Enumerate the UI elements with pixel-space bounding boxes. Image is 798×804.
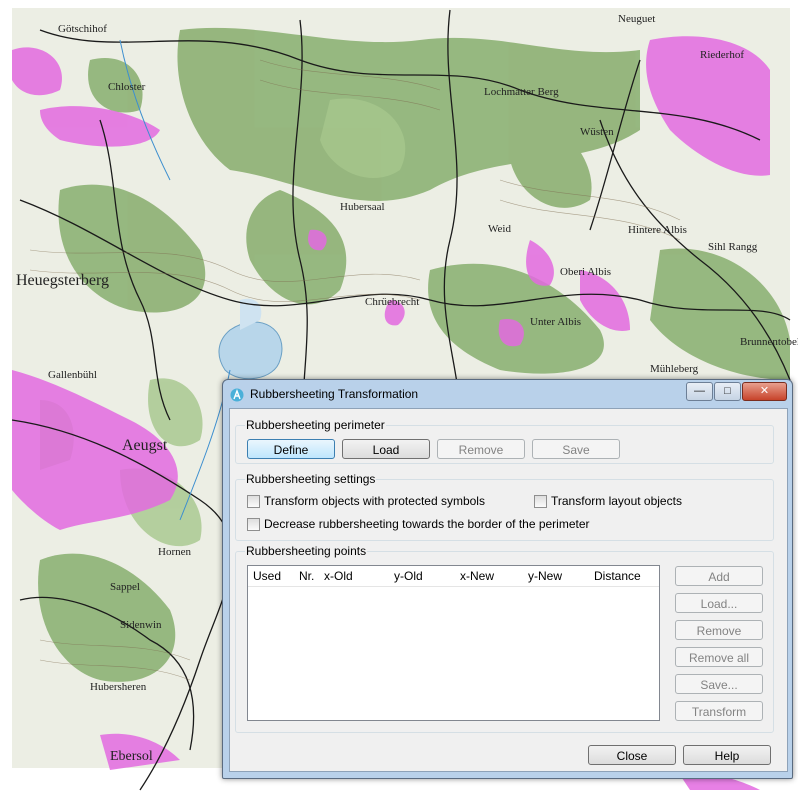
map-label: Weid — [488, 223, 511, 235]
transform-button[interactable]: Transform — [675, 701, 763, 721]
points-list-header: Used Nr. x-Old y-Old x-New y-New Distanc… — [248, 566, 659, 587]
column-header-y-old[interactable]: y-Old — [394, 569, 423, 583]
remove-perimeter-button[interactable]: Remove — [437, 439, 525, 459]
define-button[interactable]: Define — [247, 439, 335, 459]
maximize-button[interactable]: □ — [714, 382, 741, 401]
protected-symbols-label: Transform objects with protected symbols — [264, 494, 485, 508]
save-points-button[interactable]: Save... — [675, 674, 763, 694]
map-label: Wüsten — [580, 126, 614, 138]
decrease-border-checkbox[interactable]: Decrease rubbersheeting towards the bord… — [247, 517, 590, 531]
map-label: Hubersaal — [340, 201, 385, 213]
map-label: Sihl Rangg — [708, 241, 758, 253]
map-label: Sappel — [110, 581, 140, 593]
checkbox-box[interactable] — [247, 494, 260, 508]
map-label: Hubersheren — [90, 681, 147, 693]
checkbox-box[interactable] — [247, 517, 260, 531]
close-window-button[interactable]: ✕ — [742, 382, 787, 401]
settings-group-title: Rubbersheeting settings — [245, 472, 377, 486]
layout-objects-checkbox[interactable]: Transform layout objects — [534, 494, 682, 508]
save-perimeter-button[interactable]: Save — [532, 439, 620, 459]
map-label: Aeugst — [122, 437, 168, 454]
column-header-nr[interactable]: Nr. — [299, 569, 314, 583]
map-label: Mühleberg — [650, 363, 699, 375]
map-label: Hornen — [158, 546, 191, 558]
map-label: Hintere Albis — [628, 224, 687, 236]
load-points-button[interactable]: Load... — [675, 593, 763, 613]
remove-point-button[interactable]: Remove — [675, 620, 763, 640]
column-header-x-old[interactable]: x-Old — [324, 569, 353, 583]
remove-all-points-button[interactable]: Remove all — [675, 647, 763, 667]
column-header-x-new[interactable]: x-New — [460, 569, 494, 583]
dialog-titlebar[interactable]: Rubbersheeting Transformation — □ ✕ — [223, 380, 792, 408]
app-logo-icon — [230, 388, 244, 402]
map-label: Sidenwin — [120, 619, 162, 631]
map-label: Riederhof — [700, 49, 744, 61]
minimize-button[interactable]: — — [686, 382, 713, 401]
column-header-used[interactable]: Used — [253, 569, 281, 583]
map-label: Heuegsterberg — [16, 272, 109, 289]
protected-symbols-checkbox[interactable]: Transform objects with protected symbols — [247, 494, 485, 508]
decrease-border-label: Decrease rubbersheeting towards the bord… — [264, 517, 590, 531]
layout-objects-label: Transform layout objects — [551, 494, 682, 508]
map-label: Ebersol — [110, 749, 153, 764]
map-label: Götschihof — [58, 23, 107, 35]
column-header-distance[interactable]: Distance — [594, 569, 641, 583]
close-button[interactable]: Close — [588, 745, 676, 765]
points-list[interactable]: Used Nr. x-Old y-Old x-New y-New Distanc… — [247, 565, 660, 721]
perimeter-group-title: Rubbersheeting perimeter — [245, 418, 386, 432]
map-label: Chrüebrecht — [365, 296, 419, 308]
dialog-title: Rubbersheeting Transformation — [250, 387, 419, 401]
checkbox-box[interactable] — [534, 494, 547, 508]
points-group-title: Rubbersheeting points — [245, 544, 368, 558]
dialog-body: Rubbersheeting perimeter Define Load Rem… — [229, 408, 788, 772]
column-header-y-new[interactable]: y-New — [528, 569, 562, 583]
map-label: Unter Albis — [530, 316, 581, 328]
settings-group — [235, 479, 774, 541]
help-button[interactable]: Help — [683, 745, 771, 765]
rubbersheeting-dialog: Rubbersheeting Transformation — □ ✕ Rubb… — [222, 379, 793, 779]
map-label: Brunnentobel — [740, 336, 798, 348]
map-label: Neuguet — [618, 13, 655, 25]
map-label: Oberi Albis — [560, 266, 611, 278]
map-label: Gallenbühl — [48, 369, 97, 381]
load-perimeter-button[interactable]: Load — [342, 439, 430, 459]
add-point-button[interactable]: Add — [675, 566, 763, 586]
map-label: Chloster — [108, 81, 146, 93]
map-label: Lochmatter Berg — [484, 86, 559, 98]
